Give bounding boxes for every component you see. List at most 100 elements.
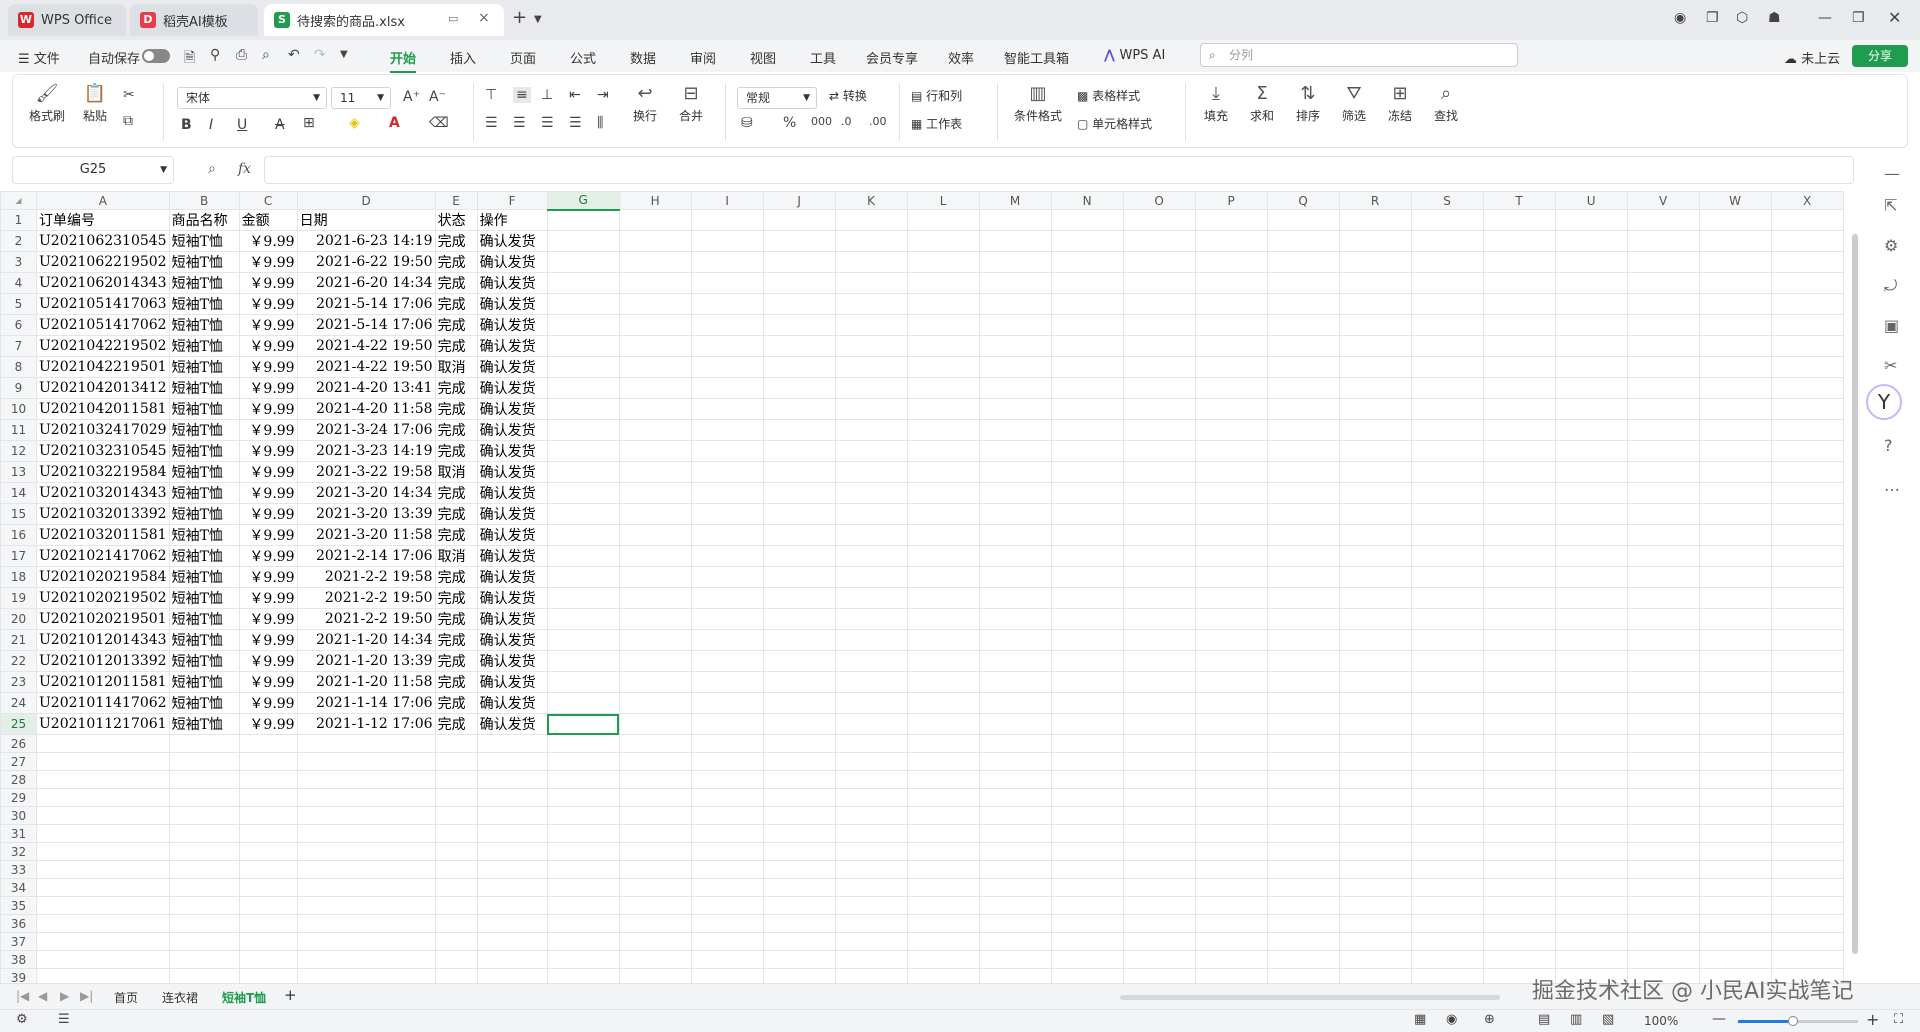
cell[interactable]	[1266, 752, 1340, 771]
cell[interactable]	[1338, 824, 1412, 843]
cell[interactable]	[1626, 440, 1700, 462]
cell[interactable]	[978, 272, 1052, 294]
cell[interactable]: 确认发货	[476, 587, 548, 609]
cell[interactable]	[1482, 230, 1556, 252]
row-header[interactable]: 3	[0, 251, 37, 273]
cell[interactable]	[1194, 230, 1268, 252]
cell[interactable]: 2021-2-2 19:50	[296, 608, 436, 630]
cell[interactable]	[1410, 968, 1484, 983]
cell[interactable]	[1626, 230, 1700, 252]
cell[interactable]	[296, 914, 436, 933]
cell[interactable]	[1554, 932, 1628, 951]
cell[interactable]	[1410, 419, 1484, 441]
cell[interactable]	[978, 788, 1052, 807]
row-header[interactable]: 26	[0, 734, 37, 753]
cell[interactable]: ￥9.99	[238, 692, 298, 714]
cell[interactable]	[1050, 734, 1124, 753]
cell[interactable]	[1554, 314, 1628, 336]
cell[interactable]: 短袖T恤	[168, 524, 240, 546]
cell[interactable]	[1698, 914, 1772, 933]
cell[interactable]: 2021-3-22 19:58	[296, 461, 436, 483]
cell[interactable]	[1194, 356, 1268, 378]
row-header[interactable]: 17	[0, 545, 37, 567]
cell[interactable]: ￥9.99	[238, 419, 298, 441]
cell[interactable]	[1338, 860, 1412, 879]
cell[interactable]	[1122, 842, 1196, 861]
cell[interactable]	[1482, 377, 1556, 399]
cell[interactable]: 完成	[434, 692, 478, 714]
row-header[interactable]: 18	[0, 566, 37, 588]
cell[interactable]	[1482, 524, 1556, 546]
cell[interactable]	[1482, 587, 1556, 609]
cell[interactable]	[1482, 482, 1556, 504]
cell[interactable]	[1554, 752, 1628, 771]
cell[interactable]	[834, 566, 908, 588]
cell[interactable]	[546, 293, 620, 315]
cell[interactable]: ￥9.99	[238, 671, 298, 693]
cell[interactable]	[1554, 788, 1628, 807]
cell[interactable]	[1410, 788, 1484, 807]
row-header[interactable]: 6	[0, 314, 37, 336]
cell[interactable]: 2021-1-20 14:34	[296, 629, 436, 651]
cell[interactable]	[1554, 692, 1628, 714]
cell[interactable]	[978, 692, 1052, 714]
cell[interactable]	[1194, 914, 1268, 933]
cell[interactable]: 确认发货	[476, 713, 548, 735]
cell[interactable]	[296, 932, 436, 951]
cell[interactable]	[1554, 545, 1628, 567]
cell[interactable]	[1050, 842, 1124, 861]
copy-icon[interactable]: ⧉	[123, 113, 133, 129]
row-header[interactable]: 37	[0, 932, 37, 951]
cell[interactable]	[1626, 878, 1700, 897]
cell[interactable]	[238, 842, 298, 861]
cell[interactable]	[1698, 878, 1772, 897]
cell[interactable]	[1482, 878, 1556, 897]
cell[interactable]	[762, 608, 836, 630]
cell[interactable]	[36, 752, 170, 771]
cell[interactable]	[1410, 806, 1484, 825]
cell[interactable]	[762, 335, 836, 357]
cell[interactable]	[546, 914, 620, 933]
cell[interactable]	[1194, 770, 1268, 789]
cell[interactable]	[1266, 566, 1340, 588]
cell[interactable]	[1050, 671, 1124, 693]
cell[interactable]	[1266, 356, 1340, 378]
cube-icon[interactable]: ⬡	[1736, 10, 1748, 26]
cell[interactable]	[296, 842, 436, 861]
cell[interactable]	[1626, 806, 1700, 825]
cell[interactable]	[1626, 860, 1700, 879]
minimize-icon[interactable]: —	[1818, 10, 1832, 26]
cell[interactable]	[1770, 566, 1844, 588]
cell[interactable]	[1770, 419, 1844, 441]
cell[interactable]: 短袖T恤	[168, 587, 240, 609]
column-header-F[interactable]: F	[476, 191, 548, 210]
cell[interactable]	[546, 251, 620, 273]
cell[interactable]	[978, 824, 1052, 843]
cell[interactable]	[1626, 314, 1700, 336]
cell[interactable]	[1122, 932, 1196, 951]
cell[interactable]	[906, 734, 980, 753]
cell[interactable]	[1194, 932, 1268, 951]
column-header-V[interactable]: V	[1626, 191, 1700, 210]
cell[interactable]	[1338, 842, 1412, 861]
cell[interactable]	[1122, 356, 1196, 378]
cell[interactable]	[1626, 293, 1700, 315]
cell[interactable]	[1482, 566, 1556, 588]
cell[interactable]	[238, 878, 298, 897]
cell[interactable]	[978, 545, 1052, 567]
cell[interactable]	[618, 788, 692, 807]
cell[interactable]	[1266, 608, 1340, 630]
cell[interactable]	[1194, 713, 1268, 735]
cell[interactable]	[1194, 482, 1268, 504]
cell[interactable]	[1194, 860, 1268, 879]
cell[interactable]	[1410, 335, 1484, 357]
cell[interactable]	[1626, 842, 1700, 861]
cell[interactable]	[1266, 842, 1340, 861]
cell[interactable]: 短袖T恤	[168, 377, 240, 399]
cell[interactable]	[762, 377, 836, 399]
cell[interactable]: U2021042013412	[36, 377, 170, 399]
cell[interactable]	[1194, 587, 1268, 609]
cell[interactable]	[1050, 629, 1124, 651]
cell[interactable]	[476, 788, 548, 807]
cell[interactable]: U2021020219501	[36, 608, 170, 630]
